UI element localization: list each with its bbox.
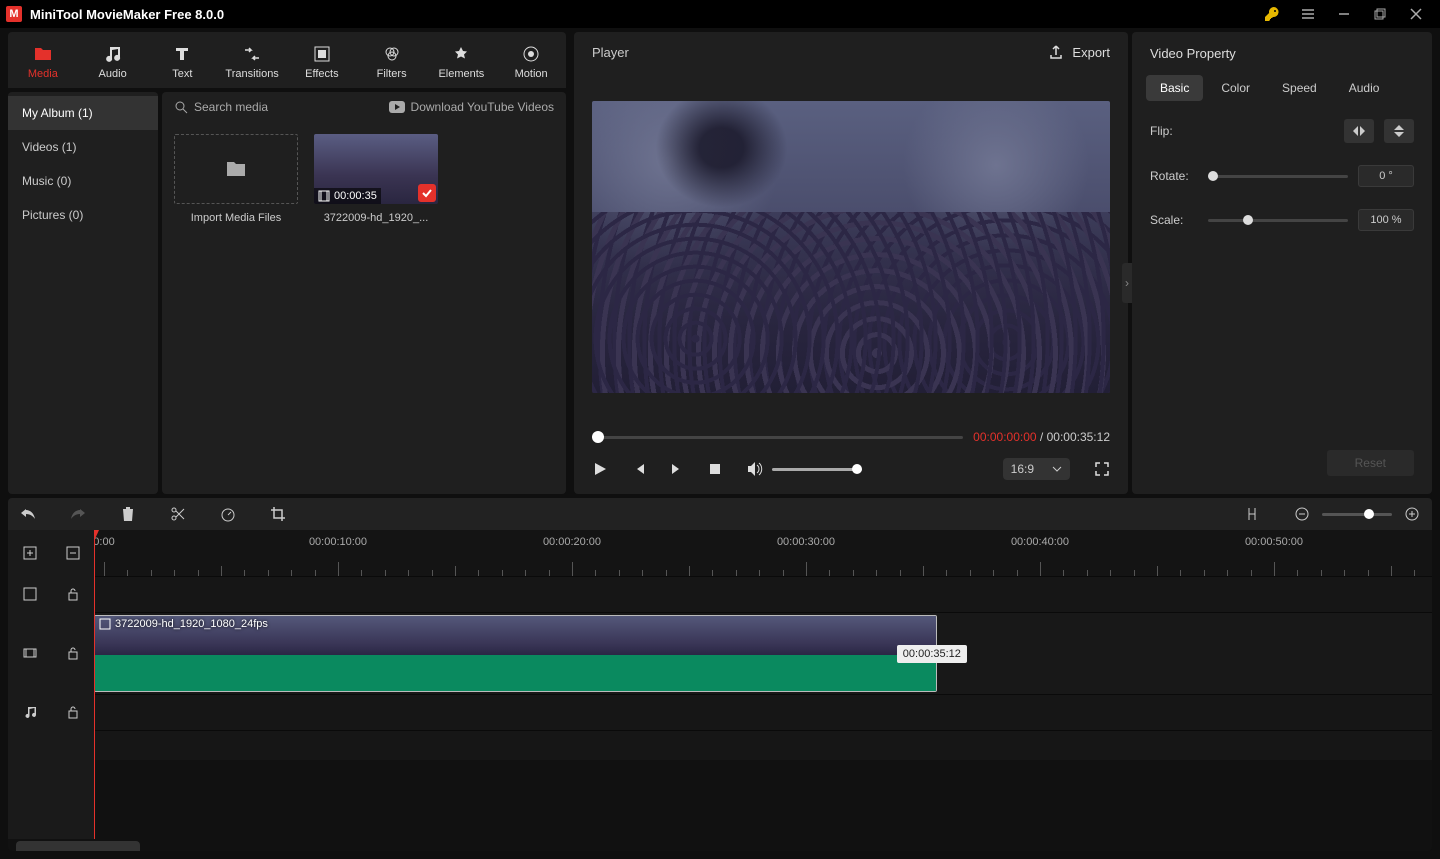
- playhead[interactable]: [94, 530, 95, 839]
- volume-slider[interactable]: [772, 468, 862, 471]
- tab-audio[interactable]: Audio: [78, 40, 148, 86]
- search-icon: [174, 100, 188, 114]
- tab-media[interactable]: Media: [8, 40, 78, 86]
- prop-tab-audio[interactable]: Audio: [1335, 75, 1394, 101]
- scale-label: Scale:: [1150, 213, 1198, 227]
- volume-icon[interactable]: [746, 461, 764, 477]
- maximize-icon[interactable]: [1362, 0, 1398, 28]
- scale-slider[interactable]: [1208, 219, 1348, 222]
- zoom-slider[interactable]: [1322, 513, 1392, 516]
- timecode: 00:00:00:00 / 00:00:35:12: [973, 430, 1110, 444]
- auto-fit-icon[interactable]: [1242, 504, 1262, 524]
- prop-tab-speed[interactable]: Speed: [1268, 75, 1331, 101]
- collapse-handle-icon[interactable]: ›: [1122, 263, 1132, 303]
- add-track-above-icon[interactable]: [22, 545, 38, 561]
- speed-button[interactable]: [218, 504, 238, 524]
- audio-track-icon: [23, 705, 37, 719]
- chevron-down-icon: [1052, 466, 1062, 472]
- aspect-ratio-select[interactable]: 16:9: [1003, 458, 1070, 480]
- tab-transitions[interactable]: Transitions: [217, 40, 287, 86]
- delete-button[interactable]: [118, 504, 138, 524]
- crop-button[interactable]: [268, 504, 288, 524]
- tab-text[interactable]: Text: [148, 40, 218, 86]
- app-logo: M: [6, 6, 22, 22]
- audio-track[interactable]: [94, 694, 1432, 730]
- search-media[interactable]: Search media: [174, 100, 381, 114]
- lock-icon[interactable]: [67, 705, 79, 719]
- zoom-out-button[interactable]: [1292, 504, 1312, 524]
- media-clip[interactable]: 00:00:35 3722009-hd_1920_...: [314, 134, 438, 224]
- rotate-value[interactable]: 0 °: [1358, 165, 1414, 187]
- video-track-icon: [23, 646, 37, 660]
- spacer-track: [94, 730, 1432, 760]
- overlay-track[interactable]: [94, 576, 1432, 612]
- search-placeholder: Search media: [194, 100, 268, 114]
- prop-tab-basic[interactable]: Basic: [1146, 75, 1203, 101]
- stop-button[interactable]: [708, 462, 722, 476]
- reset-button[interactable]: Reset: [1327, 450, 1414, 476]
- export-button[interactable]: Export: [1048, 44, 1110, 60]
- lock-icon[interactable]: [67, 587, 79, 601]
- fullscreen-icon[interactable]: [1094, 461, 1110, 477]
- main-tabs: Media Audio Text Transitions Effects Fil…: [8, 32, 566, 88]
- album-my-album[interactable]: My Album (1): [8, 96, 158, 130]
- check-icon: [418, 184, 436, 202]
- video-track[interactable]: 3722009-hd_1920_1080_24fps 00:00:35:12: [94, 612, 1432, 694]
- scale-value[interactable]: 100 %: [1358, 209, 1414, 231]
- redo-button[interactable]: [68, 504, 88, 524]
- property-title: Video Property: [1132, 32, 1432, 75]
- flip-horizontal-button[interactable]: [1344, 119, 1374, 143]
- album-list: My Album (1) Videos (1) Music (0) Pictur…: [8, 92, 158, 494]
- tab-elements[interactable]: Elements: [427, 40, 497, 86]
- timeline-scrollbar[interactable]: [8, 839, 1432, 851]
- timeline-ruler[interactable]: 0:0000:00:10:0000:00:20:0000:00:30:0000:…: [94, 530, 1432, 576]
- player-title: Player: [592, 45, 629, 60]
- timeline-clip[interactable]: 3722009-hd_1920_1080_24fps: [94, 615, 937, 692]
- undo-button[interactable]: [18, 504, 38, 524]
- clip-end-tooltip: 00:00:35:12: [897, 645, 967, 663]
- tab-motion[interactable]: Motion: [496, 40, 566, 86]
- menu-icon[interactable]: [1290, 0, 1326, 28]
- add-track-below-icon[interactable]: [65, 545, 81, 561]
- rotate-slider[interactable]: [1208, 175, 1348, 178]
- player-panel: Player Export 00:00:00:00 / 00:00:35:12: [574, 32, 1128, 494]
- flip-vertical-button[interactable]: [1384, 119, 1414, 143]
- minimize-icon[interactable]: [1326, 0, 1362, 28]
- import-media-button[interactable]: Import Media Files: [174, 134, 298, 224]
- lock-icon[interactable]: [67, 646, 79, 660]
- album-pictures[interactable]: Pictures (0): [8, 198, 158, 232]
- seek-bar[interactable]: [592, 436, 963, 439]
- play-button[interactable]: [592, 461, 608, 477]
- close-icon[interactable]: [1398, 0, 1434, 28]
- youtube-icon: [389, 101, 405, 113]
- export-icon: [1048, 44, 1064, 60]
- zoom-in-button[interactable]: [1402, 504, 1422, 524]
- overlay-track-icon: [23, 587, 37, 601]
- rotate-label: Rotate:: [1150, 169, 1198, 183]
- film-icon: [99, 618, 111, 630]
- tab-effects[interactable]: Effects: [287, 40, 357, 86]
- download-youtube-button[interactable]: Download YouTube Videos: [389, 100, 554, 114]
- prev-frame-button[interactable]: [632, 462, 646, 476]
- next-frame-button[interactable]: [670, 462, 684, 476]
- titlebar: M MiniTool MovieMaker Free 8.0.0: [0, 0, 1440, 28]
- video-preview[interactable]: [592, 101, 1110, 392]
- activate-key-icon[interactable]: [1254, 0, 1290, 28]
- app-title: MiniTool MovieMaker Free 8.0.0: [30, 7, 224, 22]
- tab-filters[interactable]: Filters: [357, 40, 427, 86]
- property-panel: › Video Property Basic Color Speed Audio…: [1132, 32, 1432, 494]
- split-button[interactable]: [168, 504, 188, 524]
- album-music[interactable]: Music (0): [8, 164, 158, 198]
- album-videos[interactable]: Videos (1): [8, 130, 158, 164]
- film-icon: [318, 190, 330, 202]
- prop-tab-color[interactable]: Color: [1207, 75, 1264, 101]
- flip-label: Flip:: [1150, 124, 1198, 138]
